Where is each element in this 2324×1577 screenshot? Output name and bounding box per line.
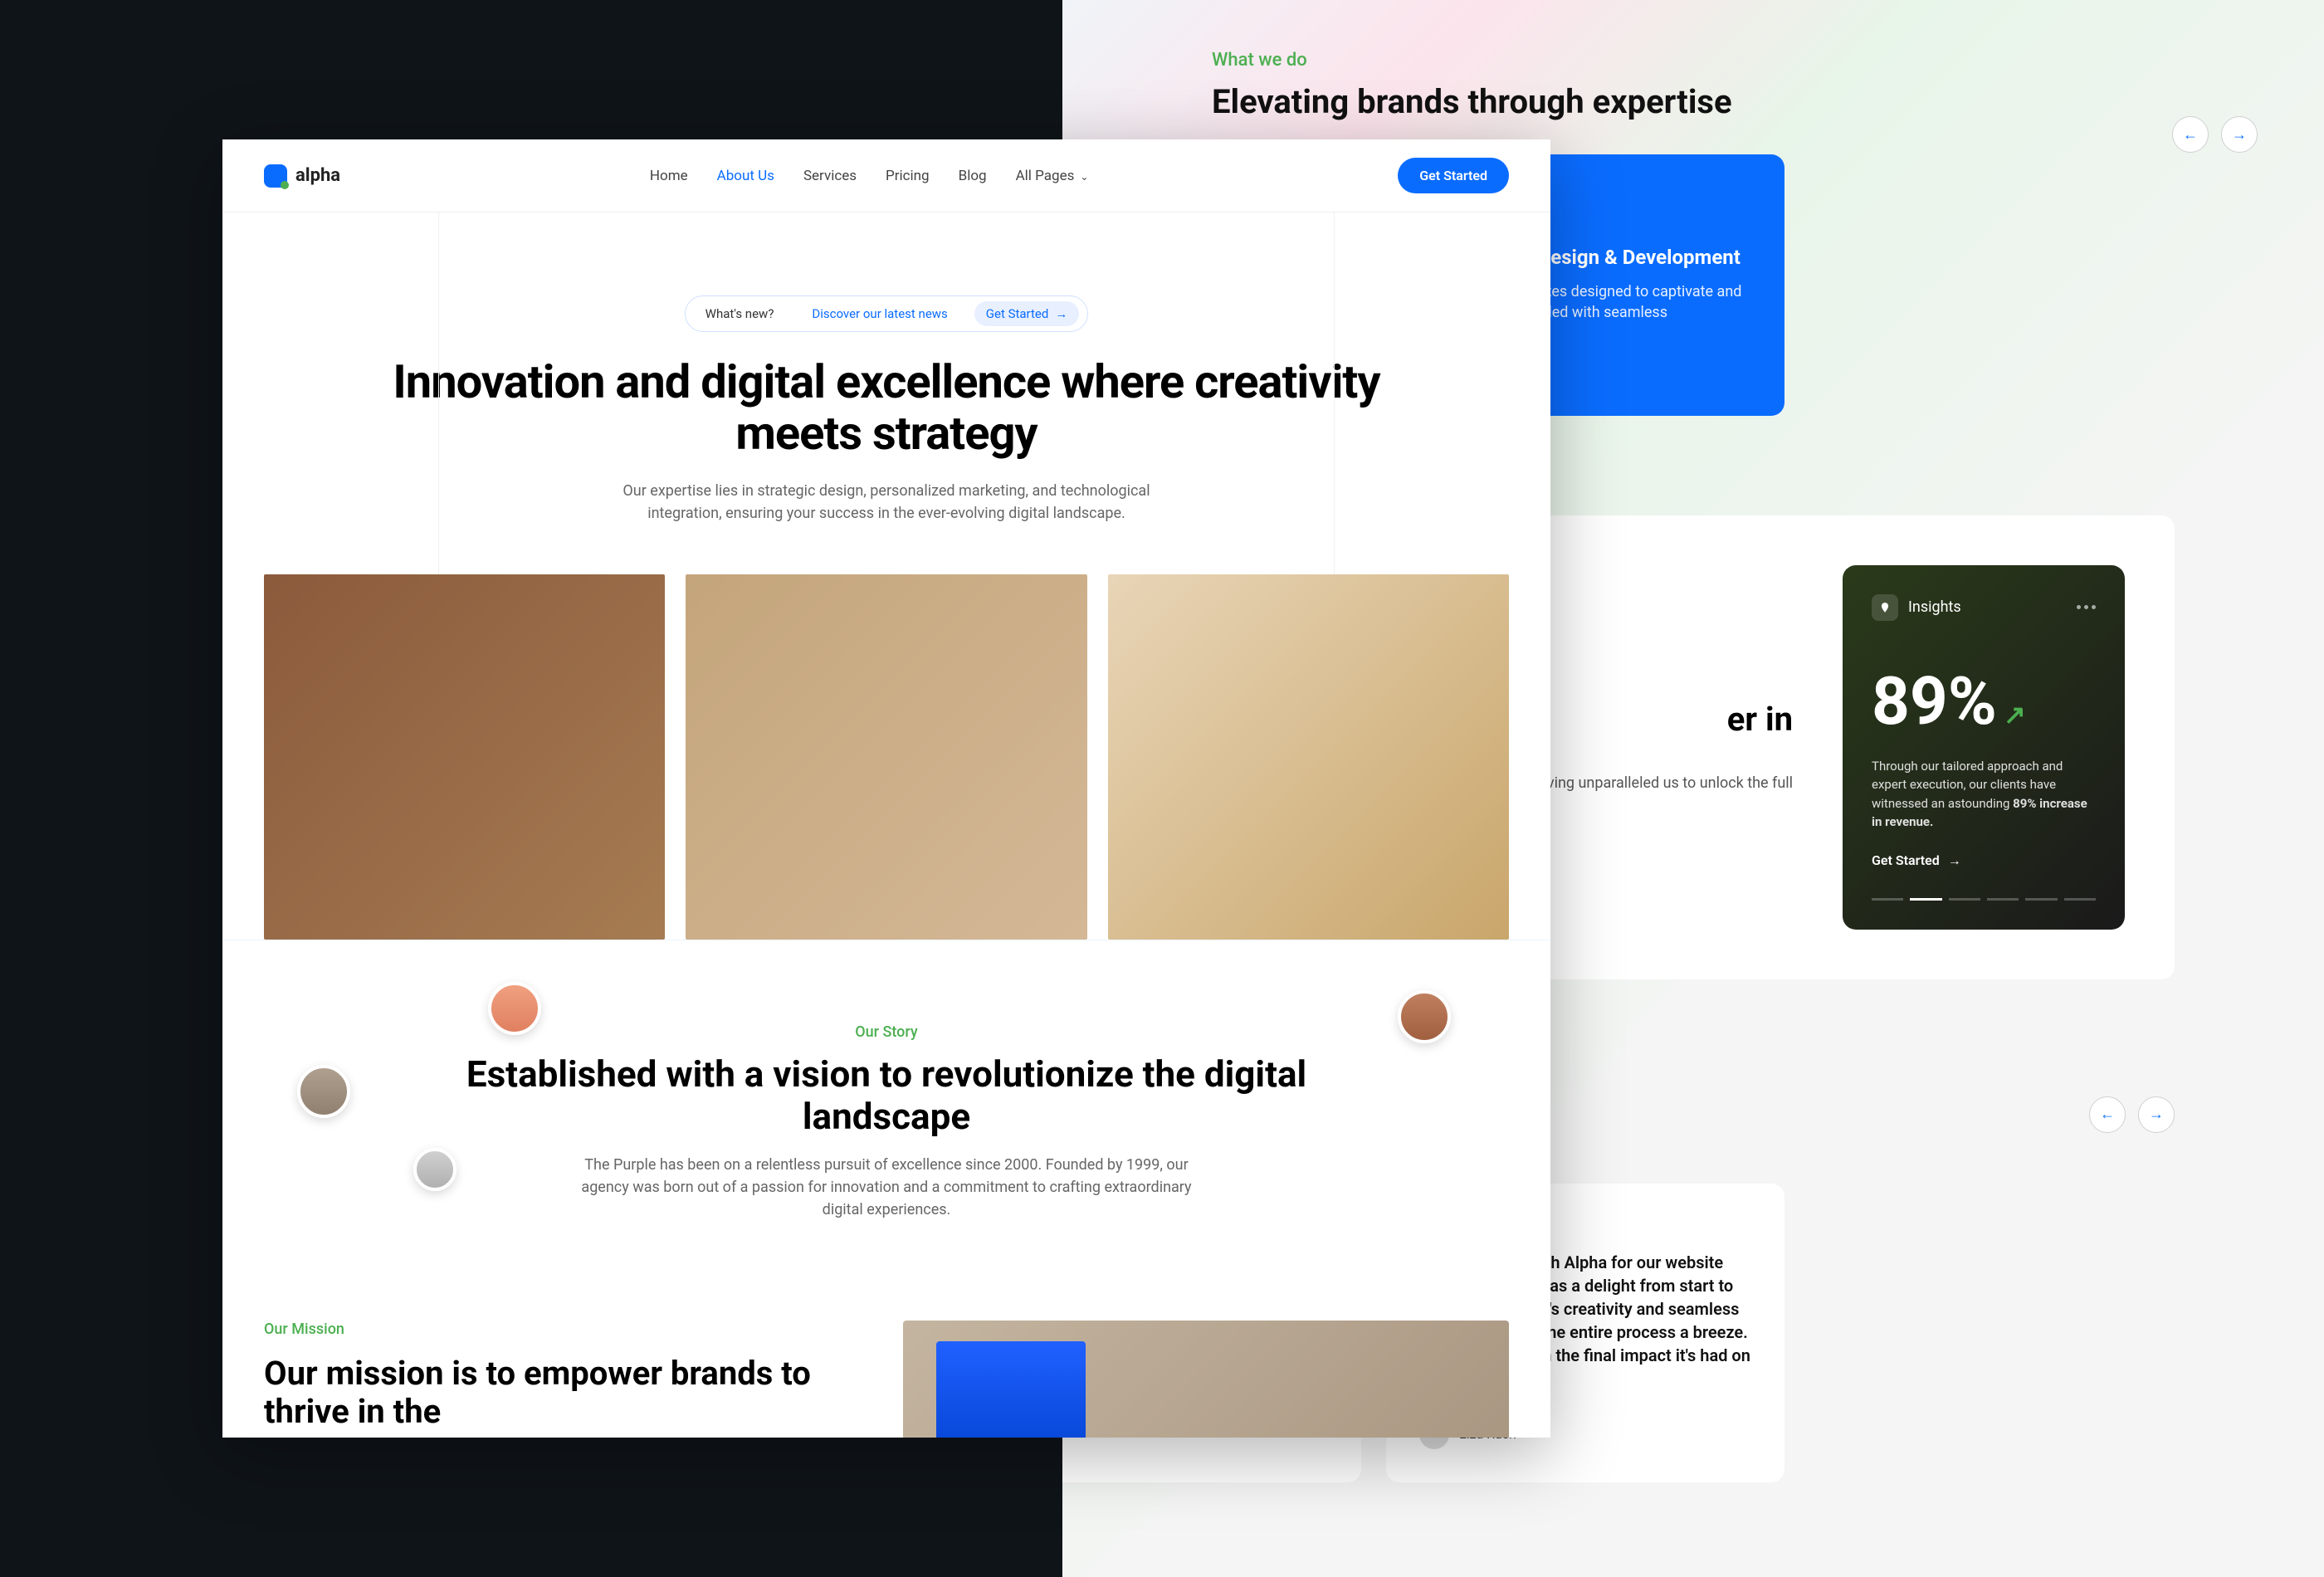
carousel-prev-button[interactable]: ←	[2172, 116, 2209, 153]
pin-icon	[1872, 594, 1898, 621]
carousel-next-button[interactable]: →	[2138, 1096, 2175, 1133]
avatar	[488, 982, 541, 1035]
avatar	[413, 1148, 456, 1191]
carousel-prev-button[interactable]: ←	[2089, 1096, 2126, 1133]
section-subtitle: The Purple has been on a relentless purs…	[579, 1154, 1194, 1221]
our-story-section: Our Story Established with a vision to r…	[222, 940, 1550, 1271]
nav-about[interactable]: About Us	[717, 168, 774, 184]
hero-image-row	[222, 574, 1550, 940]
dashboard-panel	[936, 1341, 1086, 1438]
logo-icon	[264, 164, 287, 188]
hero-image	[264, 574, 665, 940]
foreground-page: alpha Home About Us Services Pricing Blo…	[222, 139, 1550, 1438]
pill-discover-link[interactable]: Discover our latest news	[800, 301, 959, 326]
logo[interactable]: alpha	[264, 164, 340, 188]
hero-image	[1108, 574, 1509, 940]
insights-stat: 89% ↗	[1872, 662, 2096, 740]
insights-card: Insights 89% ↗ Through our tailored appr…	[1843, 565, 2125, 930]
announcement-pill: What's new? Discover our latest news Get…	[685, 295, 1089, 332]
get-started-button[interactable]: Get Started	[1398, 158, 1509, 193]
section-title: Elevating brands through expertise	[1212, 83, 2175, 121]
insights-description: Through our tailored approach and expert…	[1872, 757, 2096, 832]
nav-links: Home About Us Services Pricing Blog All …	[650, 168, 1089, 184]
eyebrow: Our Story	[388, 1023, 1384, 1041]
carousel-next-button[interactable]: →	[2221, 116, 2258, 153]
chevron-down-icon: ⌄	[1077, 171, 1088, 183]
nav-services[interactable]: Services	[803, 168, 857, 184]
brand-name: alpha	[295, 165, 340, 186]
insights-cta[interactable]: Get Started	[1872, 852, 2096, 869]
pill-get-started[interactable]: Get Started	[974, 301, 1080, 326]
carousel-indicator[interactable]	[1872, 898, 2096, 901]
mission-image	[903, 1321, 1509, 1438]
section-title: Established with a vision to revolutioni…	[388, 1053, 1384, 1137]
our-mission-section: Our Mission Our mission is to empower br…	[222, 1271, 1550, 1438]
hero-image	[686, 574, 1086, 940]
hero-title: Innovation and digital excellence where …	[388, 357, 1384, 459]
nav-home[interactable]: Home	[650, 168, 688, 184]
insights-label: Insights	[1908, 598, 1961, 616]
avatar	[1398, 990, 1451, 1043]
navbar: alpha Home About Us Services Pricing Blo…	[222, 139, 1550, 212]
nav-blog[interactable]: Blog	[959, 168, 987, 184]
section-title: Our mission is to empower brands to thri…	[264, 1355, 870, 1431]
trend-up-icon: ↗	[2004, 699, 2026, 730]
eyebrow: Our Mission	[264, 1321, 870, 1338]
pill-whats-new: What's new?	[694, 301, 786, 326]
hero-section: What's new? Discover our latest news Get…	[222, 212, 1550, 574]
hero-subtitle: Our expertise lies in strategic design, …	[596, 480, 1177, 525]
more-icon[interactable]	[2077, 605, 2096, 609]
nav-pricing[interactable]: Pricing	[886, 168, 930, 184]
eyebrow: What we do	[1212, 50, 2175, 71]
nav-all-pages[interactable]: All Pages ⌄	[1016, 168, 1089, 184]
avatar	[297, 1065, 350, 1118]
